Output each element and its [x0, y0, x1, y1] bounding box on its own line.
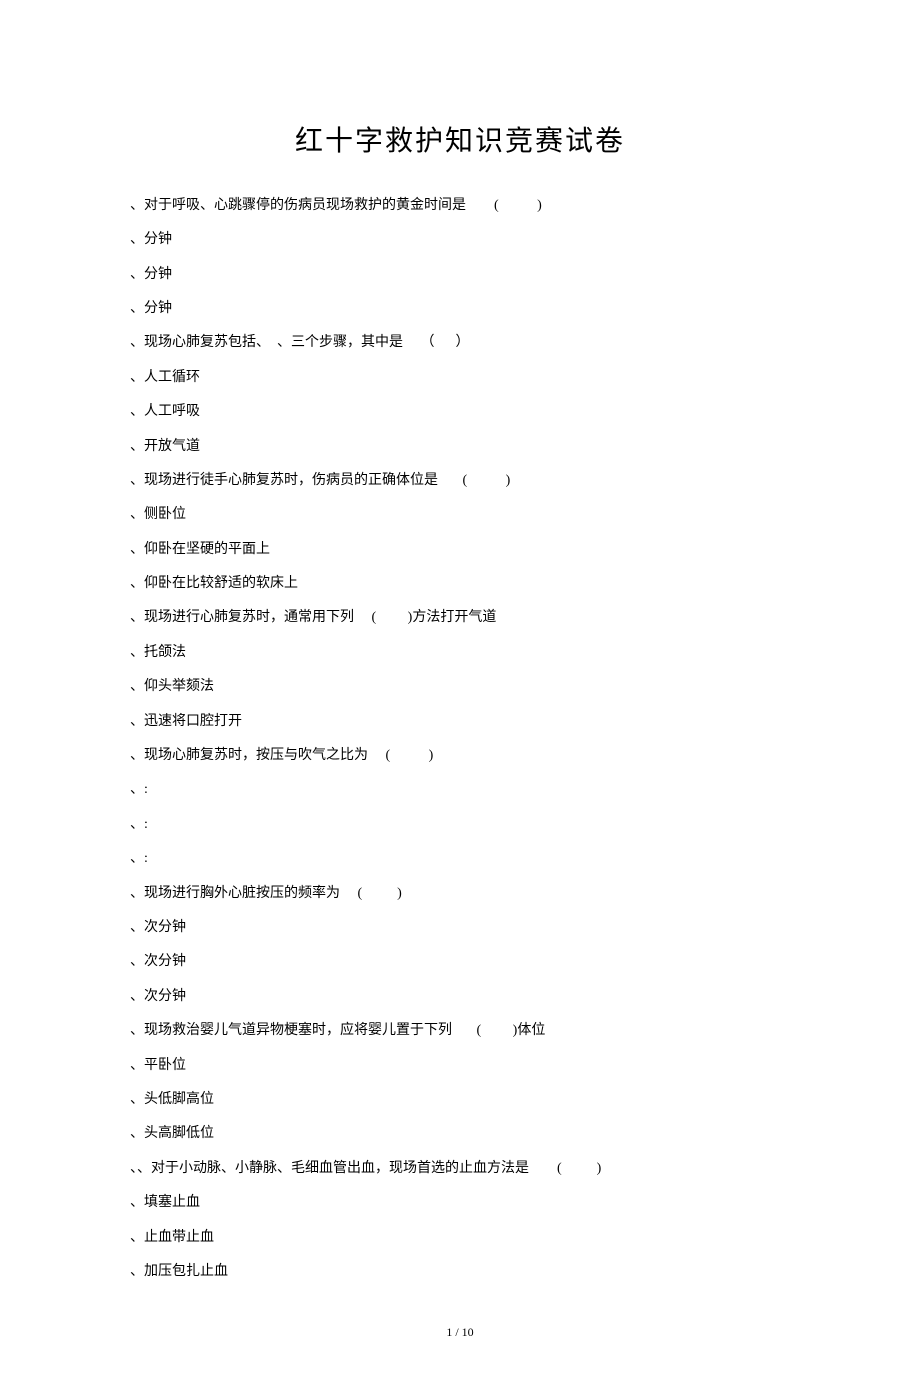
- text-line: 、:: [130, 814, 790, 836]
- text-line: 、分钟: [130, 298, 790, 320]
- text-line: 、头高脚低位: [130, 1123, 790, 1145]
- text-line: 、头低脚高位: [130, 1089, 790, 1111]
- text-line: 、次分钟: [130, 951, 790, 973]
- text-line: 、托颌法: [130, 642, 790, 664]
- page-number: 1 / 10: [130, 1323, 790, 1342]
- text-line: 、现场心肺复苏时，按压与吹气之比为 ( ): [130, 745, 790, 767]
- text-line: 、:: [130, 848, 790, 870]
- text-line: 、:: [130, 779, 790, 801]
- text-line: 、对于呼吸、心跳骤停的伤病员现场救护的黄金时间是 ( ): [130, 195, 790, 217]
- text-line: 、人工循环: [130, 367, 790, 389]
- text-line: 、现场进行心肺复苏时，通常用下列 ( )方法打开气道: [130, 607, 790, 629]
- text-line: 、侧卧位: [130, 504, 790, 526]
- text-line: 、止血带止血: [130, 1227, 790, 1249]
- text-line: 、现场心肺复苏包括、 、三个步骤，其中是 （ ）: [130, 332, 790, 354]
- text-line: 、分钟: [130, 264, 790, 286]
- text-line: 、次分钟: [130, 986, 790, 1008]
- text-line: 、现场救治婴儿气道异物梗塞时，应将婴儿置于下列 ( )体位: [130, 1020, 790, 1042]
- text-line: 、仰卧在比较舒适的软床上: [130, 573, 790, 595]
- text-line: 、分钟: [130, 229, 790, 251]
- text-line: 、次分钟: [130, 917, 790, 939]
- text-line: 、平卧位: [130, 1055, 790, 1077]
- document-title: 红十字救护知识竞赛试卷: [130, 120, 790, 165]
- text-line: 、填塞止血: [130, 1192, 790, 1214]
- text-line: 、人工呼吸: [130, 401, 790, 423]
- text-line: 、现场进行徒手心肺复苏时，伤病员的正确体位是 ( ): [130, 470, 790, 492]
- text-line: 、迅速将口腔打开: [130, 711, 790, 733]
- text-line: 、开放气道: [130, 436, 790, 458]
- text-line: 、仰卧在坚硬的平面上: [130, 539, 790, 561]
- text-line: 、仰头举颏法: [130, 676, 790, 698]
- text-line: 、加压包扎止血: [130, 1261, 790, 1283]
- text-line: 、、对于小动脉、小静脉、毛细血管出血，现场首选的止血方法是 ( ): [130, 1158, 790, 1180]
- text-line: 、现场进行胸外心脏按压的频率为 ( ): [130, 883, 790, 905]
- document-body: 、对于呼吸、心跳骤停的伤病员现场救护的黄金时间是 ( )、分钟、分钟、分钟、现场…: [130, 195, 790, 1284]
